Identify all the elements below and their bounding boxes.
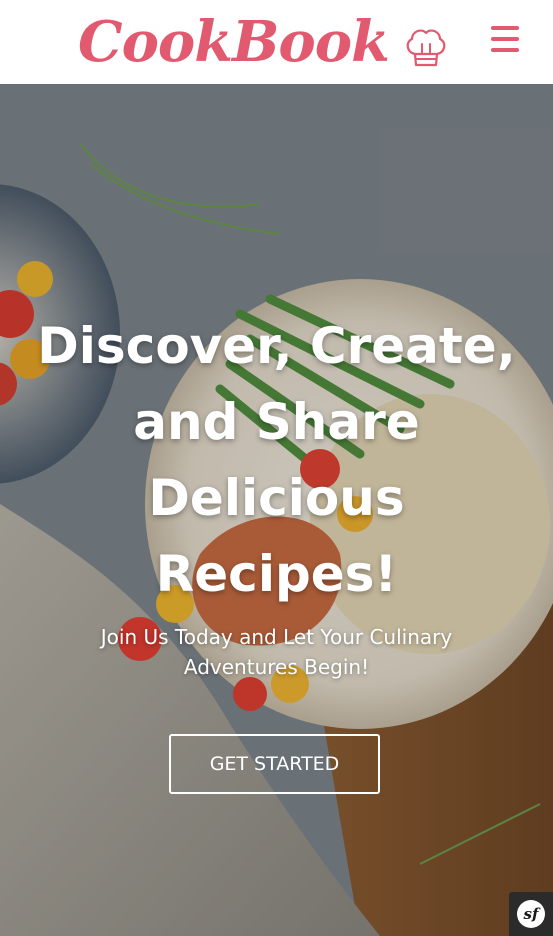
hero-subtitle: Join Us Today and Let Your Culinary Adve… xyxy=(100,625,453,679)
menu-bar xyxy=(491,37,519,41)
site-header: CookBook xyxy=(0,0,553,84)
menu-bar xyxy=(491,48,519,52)
logo-text: CookBook xyxy=(78,9,390,75)
logo[interactable]: CookBook xyxy=(78,2,451,82)
hero-title: Discover, Create, and Share Delicious Re… xyxy=(37,317,516,603)
hamburger-menu-icon[interactable] xyxy=(491,26,519,52)
chef-hat-icon xyxy=(406,29,446,67)
menu-bar xyxy=(491,26,519,30)
symfony-toolbar-toggle[interactable]: sf xyxy=(509,892,553,936)
hero-content: Discover, Create, and Share Delicious Re… xyxy=(0,84,553,936)
get-started-button[interactable]: GET STARTED xyxy=(169,734,380,794)
symfony-icon: sf xyxy=(517,900,545,928)
hero-section: Discover, Create, and Share Delicious Re… xyxy=(0,84,553,936)
